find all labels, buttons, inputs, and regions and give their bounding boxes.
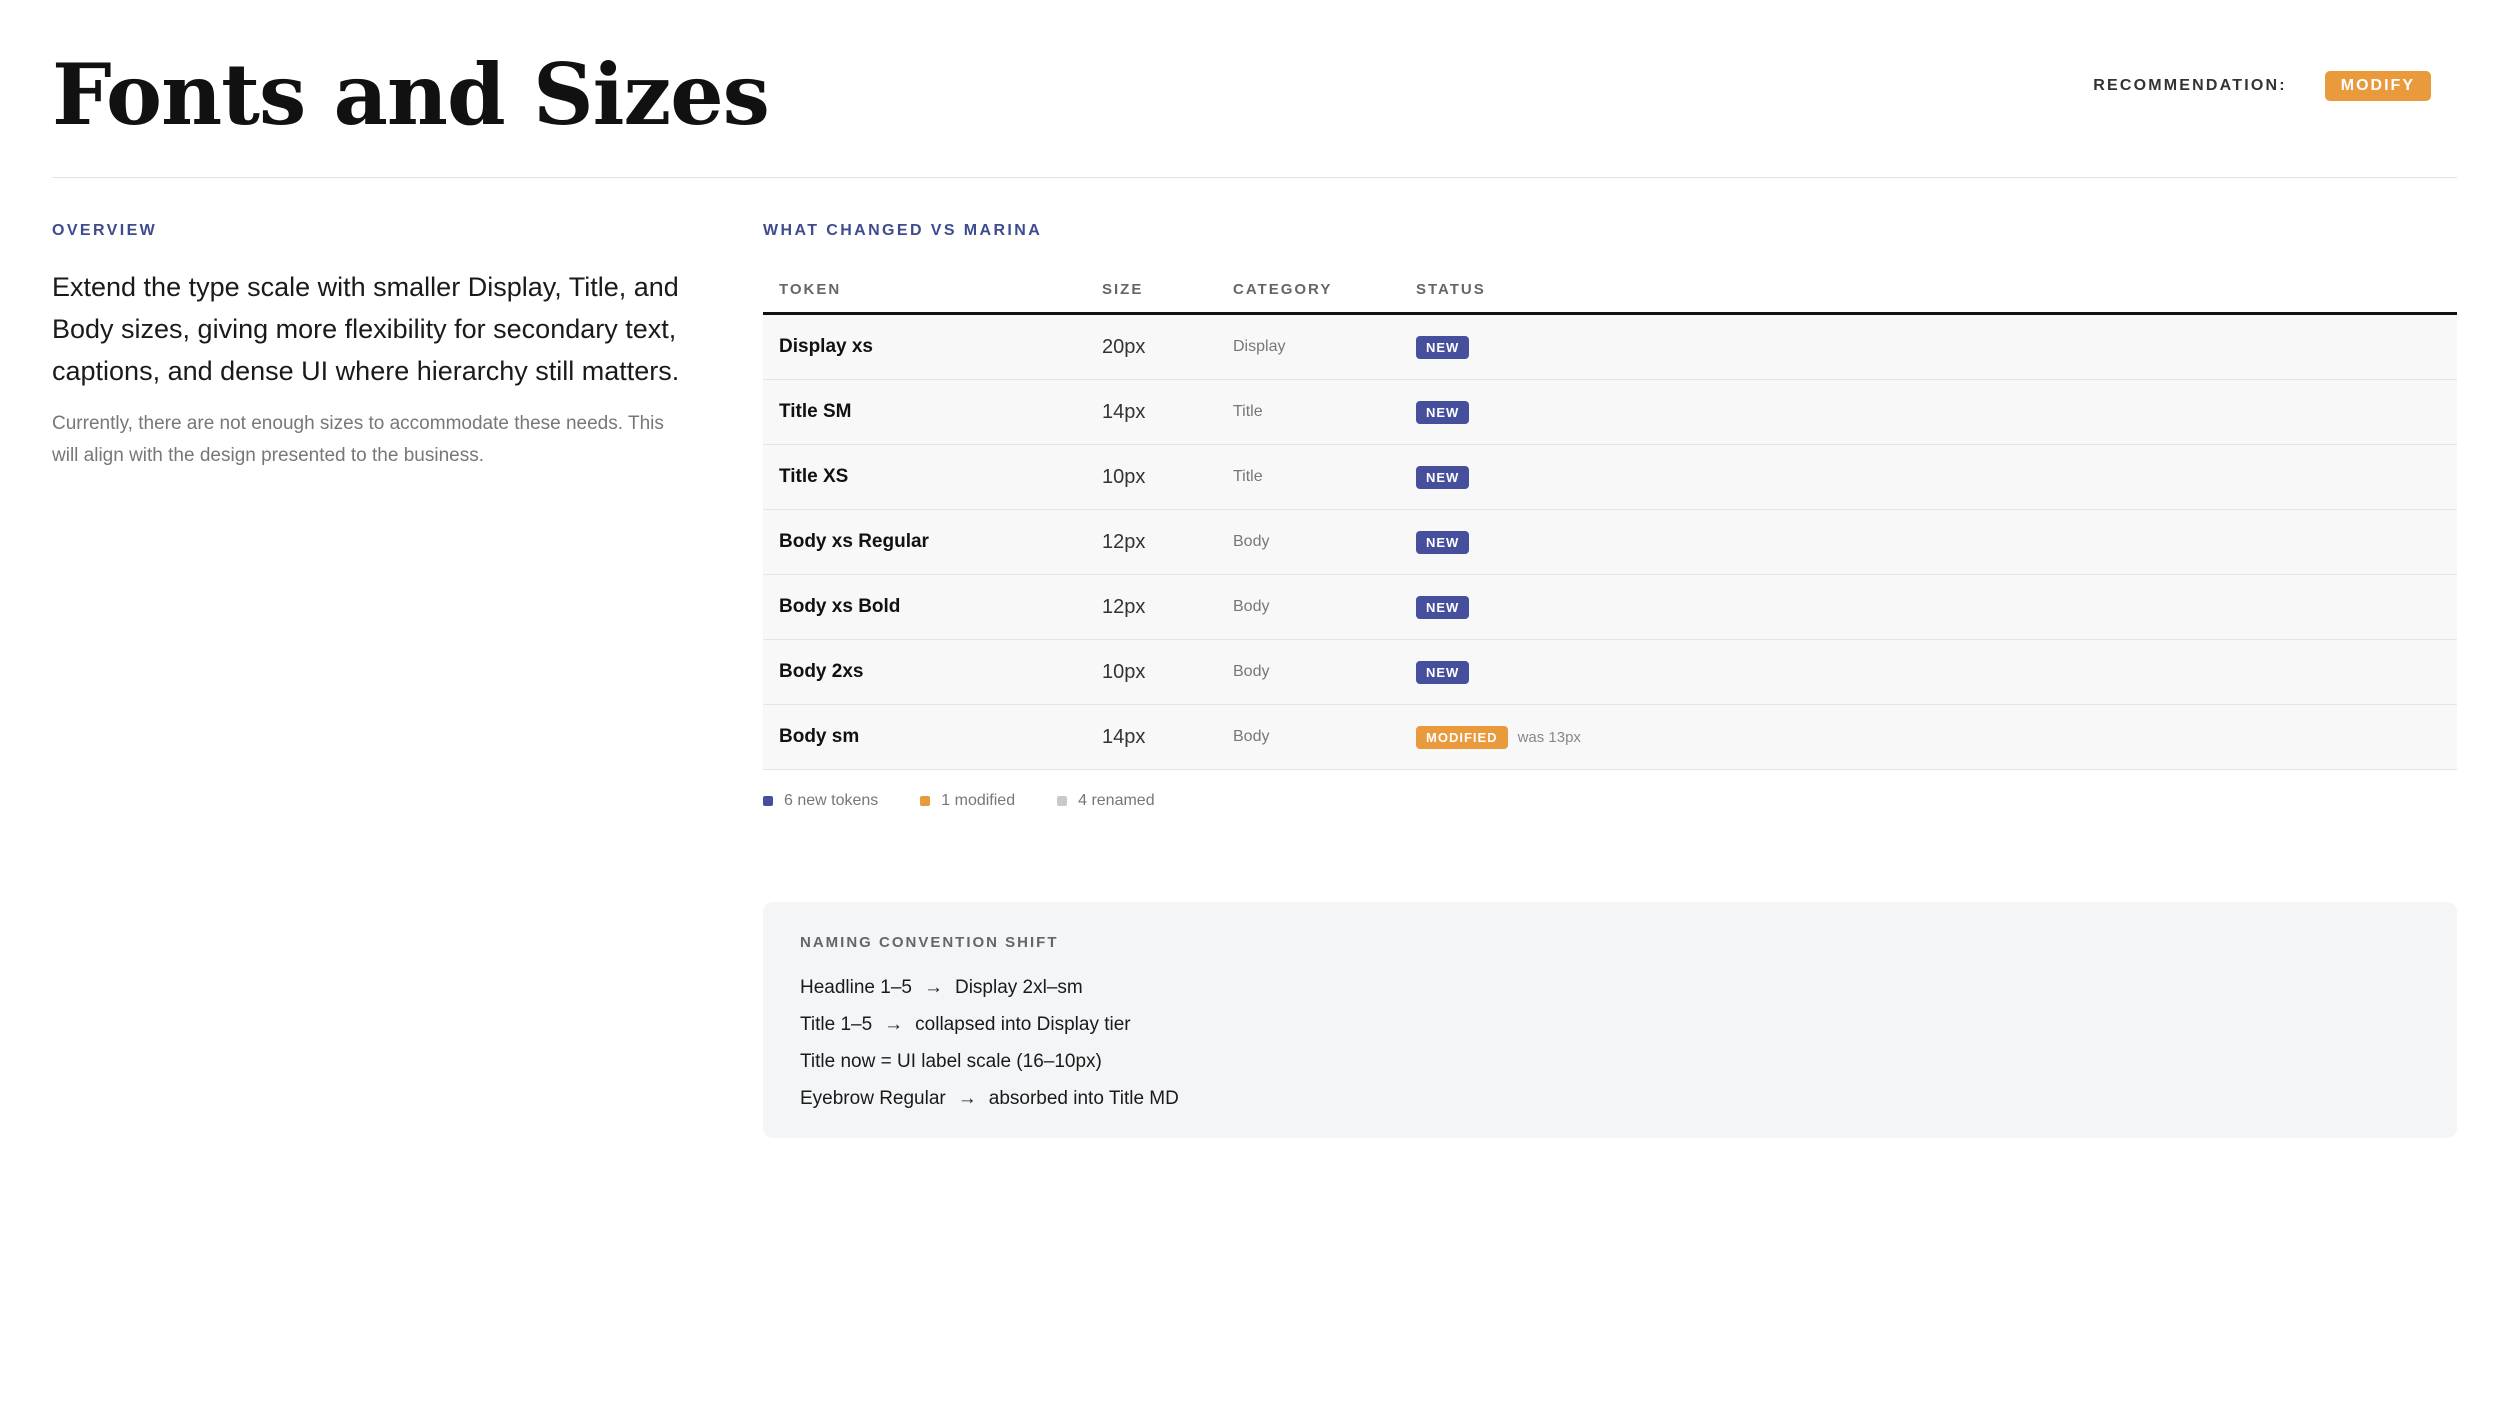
token-name: Body 2xs: [763, 639, 1102, 705]
legend-label-new: 6 new tokens: [784, 792, 879, 809]
legend-item-renamed: 4 renamed: [1057, 792, 1155, 810]
token-name: Display xs: [763, 313, 1102, 380]
token-category: Title: [1233, 379, 1416, 445]
naming-line: Eyebrow Regular → absorbed into Title MD: [800, 1080, 2420, 1117]
recommendation-label: RECOMMENDATION:: [2093, 77, 2287, 94]
changes-eyebrow: WHAT CHANGED VS MARINA: [763, 222, 1043, 239]
column-header-token: TOKEN: [763, 266, 1102, 315]
token-status: NEW: [1416, 313, 2457, 380]
naming-from: Title now = UI label scale (16–10px): [800, 1051, 1102, 1072]
token-category: Body: [1233, 639, 1416, 705]
new-badge: NEW: [1416, 660, 1470, 684]
recommendation-badge: MODIFY: [2324, 71, 2431, 101]
token-name: Title SM: [763, 379, 1102, 445]
table-row: Body xs Regular 12px Body NEW: [763, 509, 2457, 575]
naming-list: Headline 1–5 → Display 2xl–sm Title 1–5 → co…: [800, 969, 2420, 1117]
table-row: Body sm 14px Body MODIFIED was 13px: [763, 704, 2457, 770]
legend-item-new: 6 new tokens: [763, 792, 878, 810]
changes-section: WHAT CHANGED VS MARINA TOKEN SIZE CATEGO…: [763, 222, 2457, 810]
token-size: 12px: [1102, 509, 1233, 575]
token-status: NEW: [1416, 444, 2457, 510]
table-row: Display xs 20px Display NEW: [763, 313, 2457, 380]
column-header-category: CATEGORY: [1233, 266, 1416, 315]
token-name: Body xs Bold: [763, 574, 1102, 640]
naming-from: Title 1–5: [800, 1014, 873, 1035]
new-badge: NEW: [1416, 595, 1470, 619]
token-category: Body: [1233, 704, 1416, 770]
column-header-status: STATUS: [1416, 266, 2457, 315]
new-badge: NEW: [1416, 400, 1470, 424]
token-size: 10px: [1102, 444, 1233, 510]
token-size: 20px: [1102, 313, 1233, 380]
naming-to: Display 2xl–sm: [954, 977, 1083, 998]
new-badge: NEW: [1416, 530, 1470, 554]
token-name: Title XS: [763, 444, 1102, 510]
new-badge: NEW: [1416, 335, 1470, 359]
page-title: Fonts and Sizes: [52, 45, 770, 144]
table-row: Title XS 10px Title NEW: [763, 444, 2457, 510]
previous-size-note: was 13px: [1517, 728, 1581, 746]
table-row: Title SM 14px Title NEW: [763, 379, 2457, 445]
token-size: 14px: [1102, 704, 1233, 770]
column-header-size: SIZE: [1102, 266, 1233, 315]
legend-dot-renamed: [1057, 796, 1068, 806]
naming-convention-panel: NAMING CONVENTION SHIFT Headline 1–5 → Dis…: [763, 902, 2457, 1138]
token-status: NEW: [1416, 509, 2457, 575]
token-status: NEW: [1416, 639, 2457, 705]
new-badge: NEW: [1416, 465, 1470, 489]
token-status: MODIFIED was 13px: [1416, 704, 2457, 770]
token-table: TOKEN SIZE CATEGORY STATUS Display xs 20…: [763, 266, 2457, 770]
modified-badge: MODIFIED: [1416, 725, 1508, 749]
overview-eyebrow: OVERVIEW: [52, 222, 158, 239]
token-size: 14px: [1102, 379, 1233, 445]
legend-label-renamed: 4 renamed: [1078, 792, 1155, 809]
naming-to: collapsed into Display tier: [915, 1014, 1131, 1035]
token-category: Title: [1233, 444, 1416, 510]
legend-dot-new: [763, 796, 773, 806]
naming-from: Headline 1–5: [800, 977, 912, 998]
table-row: Body xs Bold 12px Body NEW: [763, 574, 2457, 640]
naming-line: Title 1–5 → collapsed into Display tier: [800, 1006, 2420, 1043]
legend-label-modified: 1 modified: [941, 792, 1016, 809]
header-divider: [52, 177, 2457, 178]
table-row: Body 2xs 10px Body NEW: [763, 639, 2457, 705]
overview-section: OVERVIEW Extend the type scale with smal…: [52, 222, 692, 472]
legend-dot-modified: [920, 796, 931, 806]
naming-from: Eyebrow Regular: [800, 1088, 946, 1109]
recommendation: RECOMMENDATION: MODIFY: [2093, 71, 2431, 101]
naming-line: Headline 1–5 → Display 2xl–sm: [800, 969, 2420, 1006]
token-status: NEW: [1416, 574, 2457, 640]
overview-detail: Currently, there are not enough sizes to…: [52, 413, 664, 466]
token-category: Body: [1233, 574, 1416, 640]
arrow-right-icon: →: [923, 977, 943, 998]
legend: 6 new tokens 1 modified 4 renamed: [763, 792, 2457, 810]
arrow-right-icon: →: [884, 1014, 904, 1035]
token-category: Display: [1233, 313, 1416, 380]
token-category: Body: [1233, 509, 1416, 575]
token-size: 10px: [1102, 639, 1233, 705]
naming-title: NAMING CONVENTION SHIFT: [800, 934, 1059, 951]
naming-line: Title now = UI label scale (16–10px): [800, 1043, 2420, 1080]
token-name: Body xs Regular: [763, 509, 1102, 575]
naming-to: absorbed into Title MD: [988, 1088, 1179, 1109]
token-status: NEW: [1416, 379, 2457, 445]
legend-item-modified: 1 modified: [920, 792, 1015, 810]
token-name: Body sm: [763, 704, 1102, 770]
table-header-row: TOKEN SIZE CATEGORY STATUS: [763, 266, 2457, 315]
token-size: 12px: [1102, 574, 1233, 640]
overview-lead: Extend the type scale with smaller Displ…: [52, 272, 680, 386]
arrow-right-icon: →: [957, 1088, 977, 1109]
